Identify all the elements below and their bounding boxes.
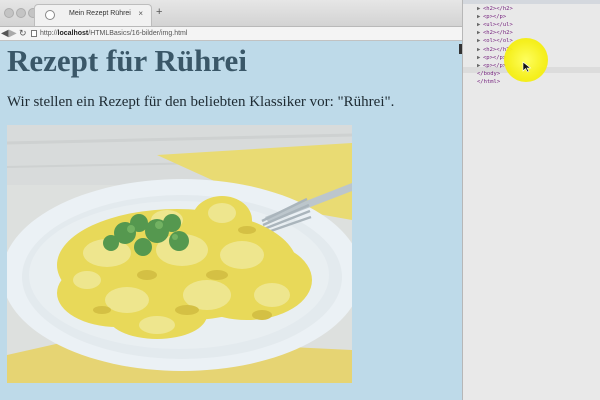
- mouse-cursor-icon: [522, 61, 532, 73]
- page-intro: Wir stellen ein Rezept für den beliebten…: [7, 94, 395, 110]
- dom-node-text: <ol></ol>: [483, 38, 513, 45]
- devtools-topbar: [463, 0, 600, 4]
- browser-toolbar: ◀ ▶ ↻ http://localhost/HTMLBasics/16-bil…: [0, 27, 462, 41]
- browser-tab[interactable]: Mein Rezept Rührei ×: [34, 4, 152, 26]
- url-path: /HTMLBasics/16-bilder/img.html: [88, 30, 188, 37]
- dom-node-text: <p></p>: [483, 14, 507, 21]
- scrambled-eggs-photo: [7, 125, 352, 383]
- address-bar[interactable]: http://localhost/HTMLBasics/16-bilder/im…: [40, 27, 187, 40]
- tab-close-icon[interactable]: ×: [138, 9, 143, 18]
- forward-button[interactable]: ▶: [9, 27, 17, 40]
- dom-node-text: </html>: [477, 78, 501, 85]
- cursor-highlight: [504, 38, 548, 82]
- dom-node-text: <h2></h2>: [483, 30, 513, 37]
- page-title: Rezept für Rührei: [7, 43, 247, 78]
- minimize-window-icon[interactable]: [16, 8, 26, 18]
- browser-titlebar: Mein Rezept Rührei × +: [0, 0, 462, 27]
- dom-node-text: <h2></h2>: [483, 6, 513, 12]
- dom-node-text: <p></p>: [483, 62, 507, 69]
- page-favicon-icon: [45, 10, 55, 20]
- dom-node-text: <ul></ul>: [483, 22, 513, 29]
- scrambled-eggs-illustration: [7, 125, 352, 383]
- new-tab-icon[interactable]: +: [156, 7, 162, 18]
- url-prefix: http://: [40, 30, 58, 37]
- dom-node-line[interactable]: ▶ <h2></h2>: [463, 5, 600, 13]
- dom-node-line[interactable]: ▶ <ul></ul>: [463, 21, 600, 29]
- back-button[interactable]: ◀: [1, 27, 9, 40]
- url-host: localhost: [57, 30, 89, 37]
- dom-node-line[interactable]: ▶ <h2></h2>: [463, 29, 600, 37]
- page-viewport: Rezept für Rührei Wir stellen ein Rezept…: [0, 41, 462, 400]
- dom-node-text: </body>: [477, 70, 501, 77]
- close-window-icon[interactable]: [4, 8, 14, 18]
- dom-node-text: <p></p>: [483, 54, 507, 61]
- page-icon: [31, 30, 37, 37]
- reload-button[interactable]: ↻: [19, 27, 27, 40]
- tab-title: Mein Rezept Rührei: [69, 10, 131, 17]
- dom-node-line[interactable]: ▶ <p></p>: [463, 13, 600, 21]
